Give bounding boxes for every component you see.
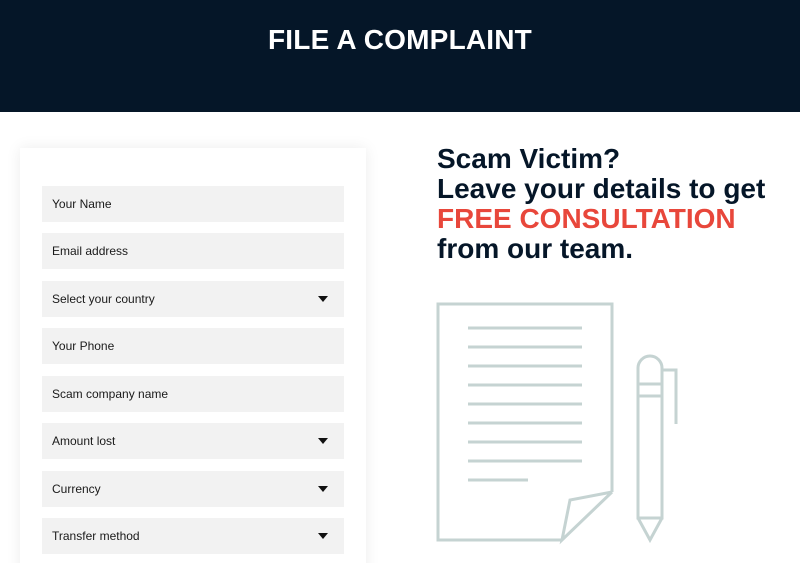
phone-input[interactable] [42, 328, 344, 364]
chevron-down-icon [318, 296, 328, 302]
country-select-label: Select your country [52, 292, 155, 306]
promo-line-2: Leave your details to get [437, 173, 766, 204]
amount-lost-select-label: Amount lost [52, 434, 116, 448]
complaint-form: Select your country Amount lost Currency… [20, 148, 366, 563]
chevron-down-icon [318, 533, 328, 539]
promo-line-1: Scam Victim? [437, 143, 621, 174]
promo-accent: FREE CONSULTATION [437, 203, 736, 234]
country-select[interactable]: Select your country [42, 281, 344, 317]
currency-select-label: Currency [52, 482, 101, 496]
email-input[interactable] [42, 233, 344, 269]
transfer-method-select-label: Transfer method [52, 529, 140, 543]
currency-select[interactable]: Currency [42, 471, 344, 507]
page-header: FILE A COMPLAINT [0, 0, 800, 112]
chevron-down-icon [318, 486, 328, 492]
pen-icon [636, 354, 678, 544]
promo-heading: Scam Victim? Leave your details to get F… [437, 144, 797, 264]
document-icon [436, 302, 614, 545]
chevron-down-icon [318, 438, 328, 444]
illustration [436, 302, 678, 545]
promo-line-4: from our team. [437, 233, 634, 264]
transfer-method-select[interactable]: Transfer method [42, 518, 344, 554]
scam-company-input[interactable] [42, 376, 344, 412]
amount-lost-select[interactable]: Amount lost [42, 423, 344, 459]
page-title: FILE A COMPLAINT [268, 24, 532, 55]
name-input[interactable] [42, 186, 344, 222]
